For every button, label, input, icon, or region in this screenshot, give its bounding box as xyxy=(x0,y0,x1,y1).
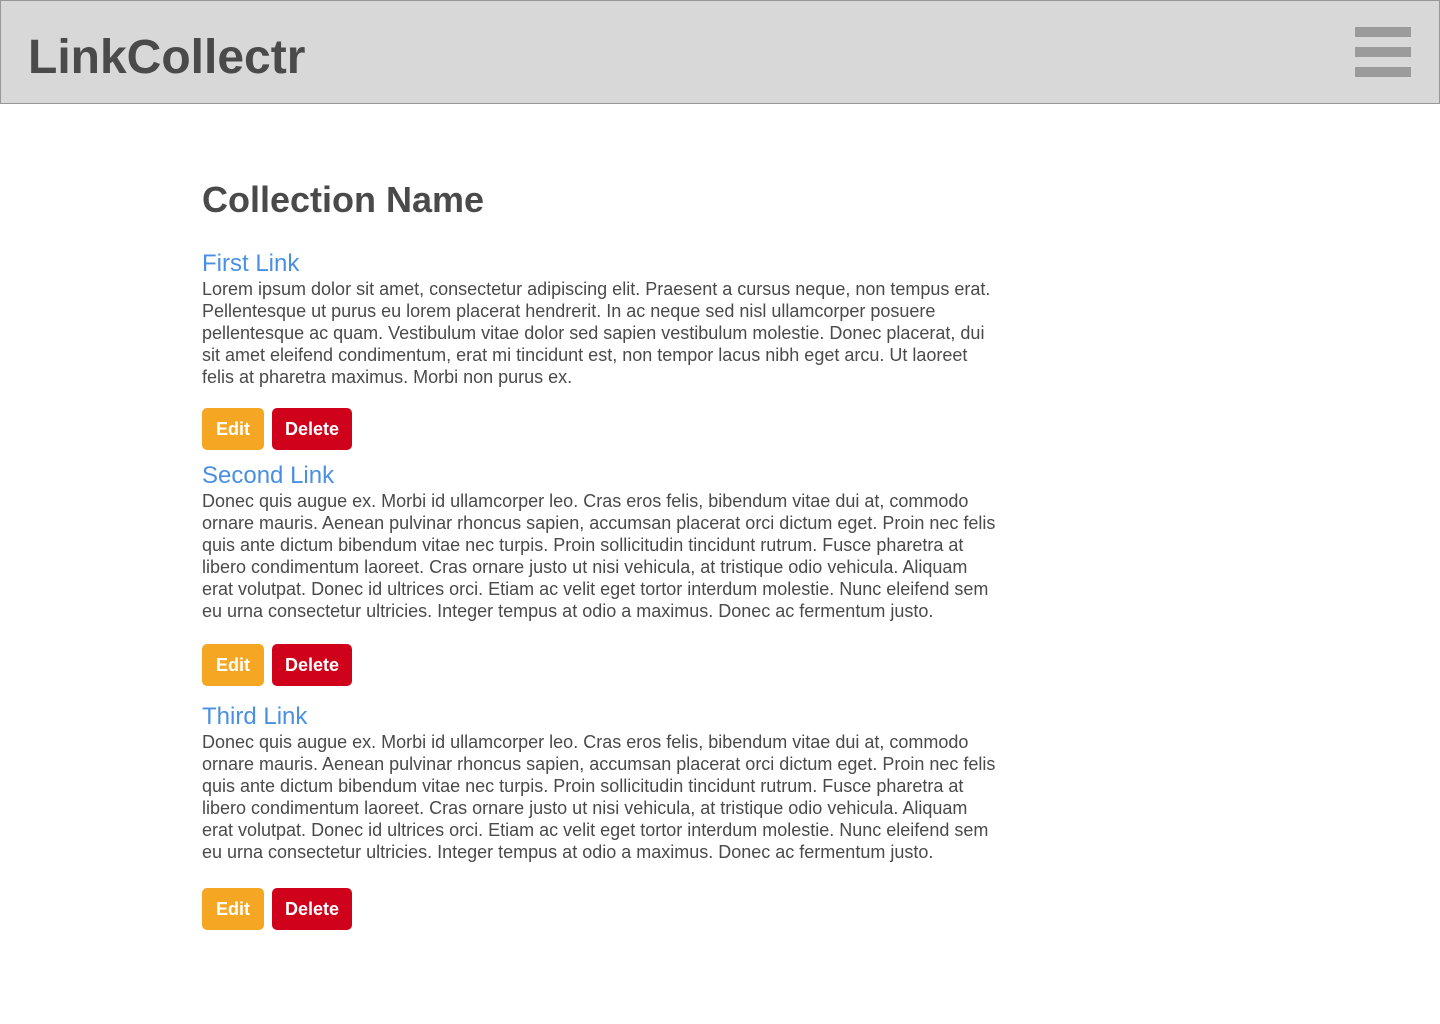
link-item: Third Link Donec quis augue ex. Morbi id… xyxy=(202,703,1002,863)
link-description: Donec quis augue ex. Morbi id ullamcorpe… xyxy=(202,491,996,621)
collection-title: Collection Name xyxy=(202,179,485,220)
delete-button[interactable]: Delete xyxy=(272,644,352,686)
delete-button[interactable]: Delete xyxy=(272,888,352,930)
edit-button[interactable]: Edit xyxy=(202,644,264,686)
app-header: LinkCollectr xyxy=(0,0,1440,104)
menu-bar xyxy=(1355,67,1411,77)
link-item: First Link Lorem ipsum dolor sit amet, c… xyxy=(202,250,1002,388)
link-item: Second Link Donec quis augue ex. Morbi i… xyxy=(202,462,1002,622)
menu-bar xyxy=(1355,47,1411,57)
app-logo[interactable]: LinkCollectr xyxy=(28,30,305,86)
edit-button[interactable]: Edit xyxy=(202,408,264,450)
link-title[interactable]: Second Link xyxy=(202,462,1002,490)
edit-button[interactable]: Edit xyxy=(202,888,264,930)
menu-bar xyxy=(1355,27,1411,37)
hamburger-menu-icon[interactable] xyxy=(1355,27,1411,79)
delete-button[interactable]: Delete xyxy=(272,408,352,450)
link-description: Lorem ipsum dolor sit amet, consectetur … xyxy=(202,279,991,387)
link-title[interactable]: Third Link xyxy=(202,703,1002,731)
link-title[interactable]: First Link xyxy=(202,250,1002,278)
link-description: Donec quis augue ex. Morbi id ullamcorpe… xyxy=(202,732,996,862)
